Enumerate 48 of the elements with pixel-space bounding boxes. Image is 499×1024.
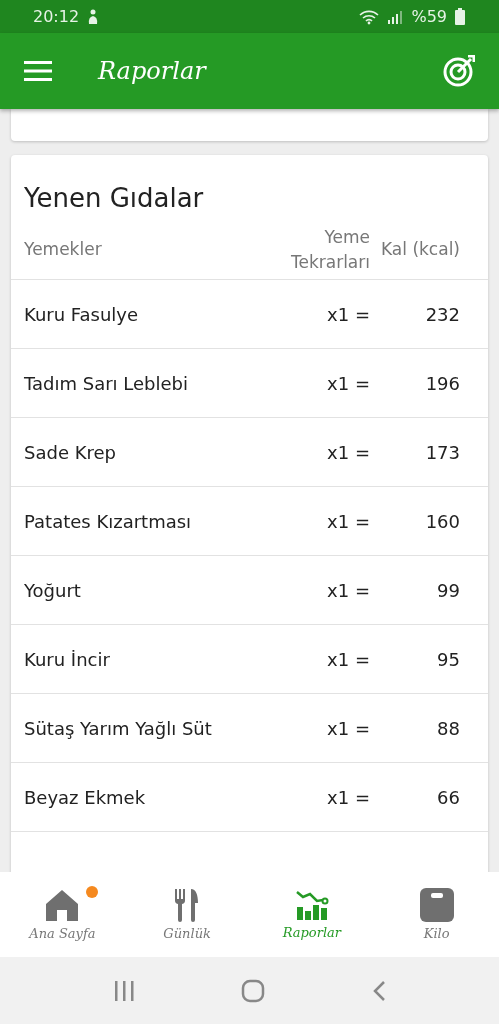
wifi-icon	[359, 8, 380, 25]
battery-icon	[455, 8, 465, 25]
scale-icon	[419, 888, 454, 922]
times-cell-text: x1 =	[326, 441, 370, 463]
menu-icon[interactable]	[24, 61, 52, 81]
food-name: Sade Krep	[24, 441, 117, 463]
battery-percent: %59	[411, 7, 447, 26]
kcal-cell-text: 160	[424, 510, 460, 532]
kcal-cell-text: 173	[424, 441, 460, 463]
times-cell-text: x1 =	[326, 579, 370, 601]
target-icon[interactable]	[443, 55, 475, 87]
times-cell-text: x1 =	[326, 372, 370, 394]
times-cell-text: x1 =	[326, 786, 370, 808]
kcal-cell-text: 232	[424, 303, 460, 325]
home-icon	[45, 888, 80, 922]
nav-tab[interactable]: Kilo	[374, 872, 499, 957]
recents-icon[interactable]	[113, 980, 136, 1001]
food-name: Sütaş Yarım Yağlı Süt	[24, 717, 213, 739]
home-button-icon[interactable]	[241, 978, 266, 1003]
times-cell-text: x1 =	[326, 648, 370, 670]
column-header: Yeme Tekrarları	[289, 225, 370, 274]
card-title: Yenen Gıdalar	[23, 182, 205, 215]
fork-knife-icon	[174, 888, 201, 922]
signal-icon	[387, 9, 404, 24]
kcal-cell-text: 66	[436, 786, 460, 808]
clock: 20:12	[33, 7, 80, 26]
page-title: Raporlar	[98, 57, 206, 85]
times-cell-text: x1 =	[326, 717, 370, 739]
figure-icon	[87, 8, 100, 25]
kcal-cell-text: 95	[436, 648, 460, 670]
back-icon[interactable]	[371, 979, 386, 1002]
nav-tab[interactable]: Günlük	[124, 872, 250, 957]
food-name: Kuru İncir	[24, 648, 111, 670]
kcal-cell-text: 99	[436, 579, 460, 601]
kcal-cell-text: 196	[424, 372, 460, 394]
food-name: Kuru Fasulye	[24, 303, 140, 325]
kcal-cell-text: 88	[436, 717, 460, 739]
food-name: Tadım Sarı Leblebi	[24, 372, 190, 394]
food-name: Beyaz Ekmek	[24, 786, 147, 808]
food-name: Patates Kızartması	[24, 510, 193, 532]
times-cell-text: x1 =	[326, 303, 370, 325]
chart-icon	[294, 889, 329, 921]
column-header: Kal (kcal)	[380, 238, 460, 262]
nav-tab[interactable]: Ana Sayfa	[0, 872, 125, 957]
times-cell-text: x1 =	[326, 510, 370, 532]
nav-tab[interactable]: Raporlar	[249, 872, 375, 957]
food-name: Yoğurt	[24, 579, 82, 601]
column-header: Yemekler	[24, 238, 103, 262]
